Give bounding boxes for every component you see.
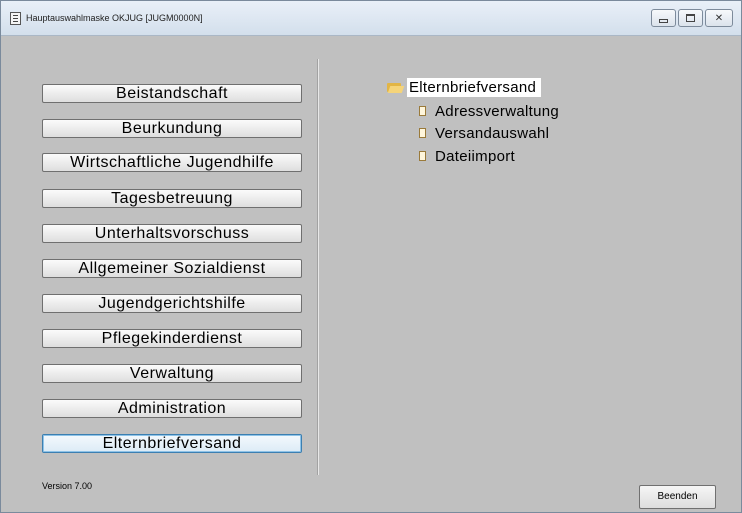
document-icon bbox=[419, 128, 426, 138]
module-button-beurkundung[interactable]: Beurkundung bbox=[42, 119, 302, 138]
maximize-icon bbox=[686, 14, 695, 22]
module-button-allgemeiner-sozialdienst[interactable]: Allgemeiner Sozialdienst bbox=[42, 259, 302, 278]
panel-divider bbox=[317, 59, 319, 475]
tree-item-adressverwaltung[interactable]: Adressverwaltung bbox=[419, 101, 559, 121]
tree-item-label: Dateiimport bbox=[435, 147, 515, 165]
module-button-jugendgerichtshilfe[interactable]: Jugendgerichtshilfe bbox=[42, 294, 302, 313]
document-icon bbox=[419, 151, 426, 161]
tree-item-label: Versandauswahl bbox=[435, 124, 550, 142]
document-icon bbox=[419, 106, 426, 116]
document-app-icon bbox=[10, 12, 21, 25]
tree-item-dateiimport[interactable]: Dateiimport bbox=[419, 146, 515, 166]
tree-item-label: Adressverwaltung bbox=[435, 102, 560, 120]
title-bar: Hauptauswahlmaske OKJUG [JUGM0000N] ✕ bbox=[1, 1, 741, 36]
module-button-wirtschaftliche-jugendhilfe[interactable]: Wirtschaftliche Jugendhilfe bbox=[42, 153, 302, 172]
module-button-verwaltung[interactable]: Verwaltung bbox=[42, 364, 302, 383]
module-button-panel: Beistandschaft Beurkundung Wirtschaftlic… bbox=[1, 36, 317, 513]
module-button-tagesbetreuung[interactable]: Tagesbetreuung bbox=[42, 189, 302, 208]
module-button-pflegekinderdienst[interactable]: Pflegekinderdienst bbox=[42, 329, 302, 348]
module-button-elternbriefversand[interactable]: Elternbriefversand bbox=[42, 434, 302, 453]
module-button-beistandschaft[interactable]: Beistandschaft bbox=[42, 84, 302, 103]
version-label: Version 7.00 bbox=[42, 481, 93, 491]
folder-open-icon bbox=[387, 82, 405, 93]
minimize-icon bbox=[659, 18, 668, 23]
tree-root-label: Elternbriefversand bbox=[407, 77, 542, 97]
maximize-button[interactable] bbox=[678, 9, 703, 27]
tree-item-versandauswahl[interactable]: Versandauswahl bbox=[419, 123, 549, 143]
exit-button[interactable]: Beenden bbox=[639, 485, 716, 509]
module-button-unterhaltsvorschuss[interactable]: Unterhaltsvorschuss bbox=[42, 224, 302, 243]
minimize-button[interactable] bbox=[651, 9, 676, 27]
module-button-administration[interactable]: Administration bbox=[42, 399, 302, 418]
tree-root-elternbriefversand[interactable]: Elternbriefversand bbox=[387, 77, 542, 97]
close-button[interactable]: ✕ bbox=[705, 9, 733, 27]
main-window: Hauptauswahlmaske OKJUG [JUGM0000N] ✕ Be… bbox=[0, 0, 742, 513]
window-title: Hauptauswahlmaske OKJUG [JUGM0000N] bbox=[26, 13, 203, 23]
close-icon: ✕ bbox=[714, 12, 724, 24]
